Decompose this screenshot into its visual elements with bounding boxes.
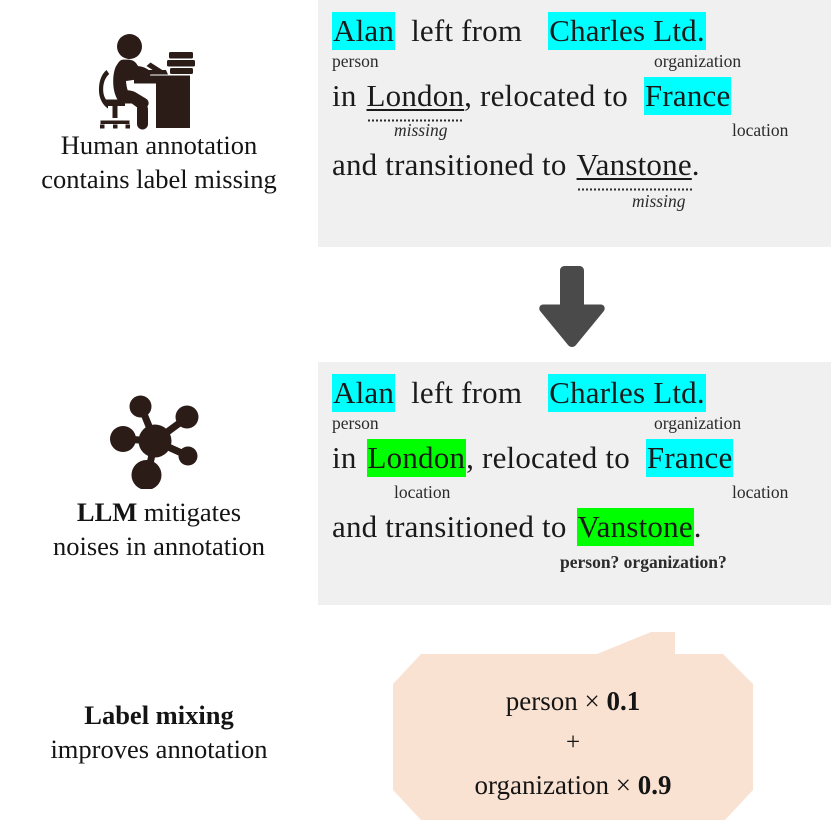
- caption-llm-bold: LLM: [76, 497, 138, 527]
- human-sentence-line-2: in London, relocated to France: [332, 75, 817, 116]
- callout-line-1: person × 0.1: [393, 680, 753, 722]
- entity-alan-human: Alan: [332, 12, 396, 50]
- callout-organization-label: organization: [474, 770, 609, 800]
- caption-mixing-bold: Label mixing: [84, 700, 234, 730]
- llm-label-row-1: person organization: [332, 413, 817, 437]
- llm-label-row-3: person? organization?: [332, 547, 817, 573]
- callout-line-3: organization × 0.9: [393, 764, 753, 806]
- caption-human-line2: contains label missing: [41, 164, 277, 194]
- llm-line3-period: .: [693, 509, 702, 544]
- multiply-icon-2: ×: [615, 770, 631, 800]
- llm-annotation-sentence-panel: Alan left from Charles Ltd. person organiz…: [318, 362, 831, 605]
- caption-human-line1: Human annotation: [60, 130, 258, 160]
- llm-line3-prefix: and transitioned to: [332, 509, 567, 544]
- entity-london-human-missing: London: [366, 78, 465, 113]
- human-line2-in: in: [332, 78, 357, 113]
- label-mixing-formula: person × 0.1 + organization × 0.9: [393, 680, 753, 806]
- llm-label-row-2: location location: [332, 478, 817, 506]
- label-person-human: person: [332, 51, 379, 71]
- label-organization-llm: organization: [654, 413, 742, 433]
- label-location-france-llm: location: [732, 482, 789, 502]
- entity-london-llm: London: [366, 439, 467, 477]
- caption-mixing-line1: Label mixing: [0, 698, 318, 732]
- llm-sentence-line-2: in London, relocated to France: [332, 437, 817, 478]
- label-ambiguous-vanstone-llm: person? organization?: [560, 552, 727, 572]
- human-label-row-1: person organization: [332, 51, 817, 75]
- label-missing-london-human: missing: [394, 120, 448, 140]
- multiply-icon: ×: [584, 686, 600, 716]
- label-mixing-callout-bubble: person × 0.1 + organization × 0.9: [393, 632, 753, 820]
- callout-person-label: person: [505, 686, 578, 716]
- caption-llm: LLM mitigates noises in annotation: [0, 495, 318, 563]
- human-label-row-2: missing location: [332, 116, 817, 144]
- human-line3-prefix: and transitioned to: [332, 147, 567, 182]
- callout-line-2: +: [565, 729, 581, 756]
- human-line1-mid: left from: [411, 13, 523, 48]
- llm-line1-mid: left from: [411, 375, 523, 410]
- llm-sentence-line-3: and transitioned to Vanstone.: [332, 506, 817, 547]
- entity-france-human: France: [643, 77, 732, 115]
- caption-llm-rest: mitigates: [137, 497, 242, 527]
- caption-llm-line2: noises in annotation: [53, 531, 265, 561]
- entity-france-llm: France: [645, 439, 734, 477]
- entity-vanstone-human-missing: Vanstone: [576, 147, 692, 182]
- llm-line2-mid: , relocated to: [466, 440, 630, 475]
- person-at-desk-icon: [84, 32, 202, 132]
- entity-vanstone-llm: Vanstone: [576, 508, 694, 546]
- human-line3-period: .: [691, 147, 700, 182]
- caption-human-annotation: Human annotation contains label missing: [0, 128, 318, 196]
- label-location-france-human: location: [732, 120, 789, 140]
- callout-organization-weight: 0.9: [637, 770, 672, 800]
- callout-person-weight: 0.1: [606, 686, 641, 716]
- label-organization-human: organization: [654, 51, 742, 71]
- human-sentence-line-3: and transitioned to Vanstone.: [332, 144, 817, 185]
- entity-charles-ltd-llm: Charles Ltd.: [548, 374, 706, 412]
- human-annotation-sentence-panel: Alan left from Charles Ltd. person organiz…: [318, 0, 831, 247]
- entity-alan-llm: Alan: [332, 374, 396, 412]
- human-sentence-line-1: Alan left from Charles Ltd.: [332, 10, 817, 51]
- caption-label-mixing: Label mixing improves annotation: [0, 698, 318, 766]
- down-arrow-icon: [536, 264, 608, 350]
- label-missing-vanstone-human: missing: [632, 191, 686, 211]
- caption-mixing-line2: improves annotation: [50, 734, 268, 764]
- llm-line2-in: in: [332, 440, 357, 475]
- human-label-row-3: missing: [332, 185, 817, 211]
- molecule-network-icon: [108, 393, 204, 490]
- entity-charles-ltd-human: Charles Ltd.: [548, 12, 706, 50]
- caption-llm-line1: LLM mitigates: [0, 495, 318, 529]
- label-person-llm: person: [332, 413, 379, 433]
- label-location-london-llm: location: [394, 482, 451, 502]
- llm-sentence-line-1: Alan left from Charles Ltd.: [332, 372, 817, 413]
- human-line2-mid: , relocated to: [464, 78, 628, 113]
